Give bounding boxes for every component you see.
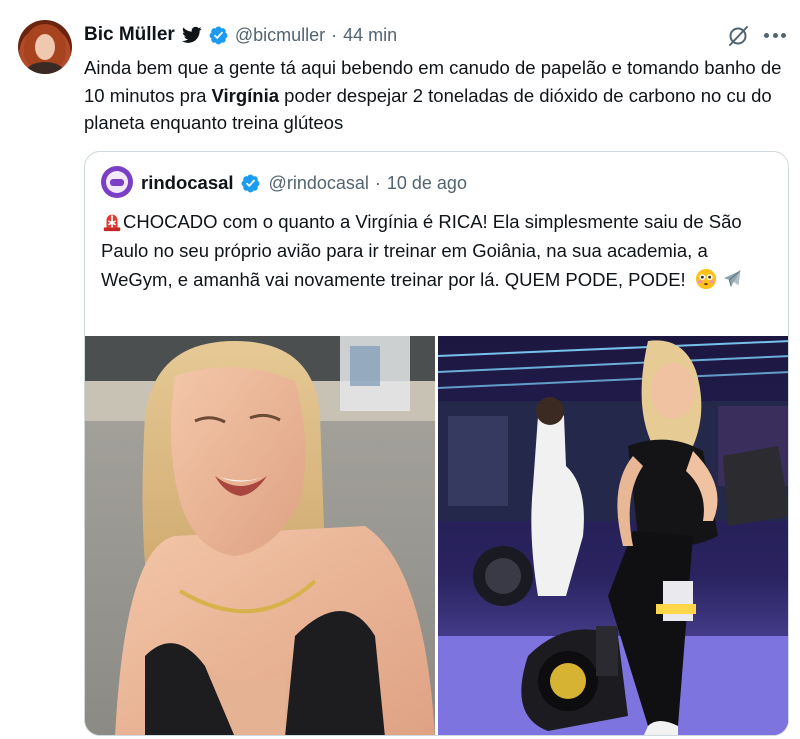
tweet-time[interactable]: 44 min: [343, 25, 397, 46]
author-avatar[interactable]: [18, 20, 72, 74]
quote-author-handle[interactable]: @rindocasal: [269, 173, 369, 194]
quoted-tweet[interactable]: rindocasal @rindocasal · 10 de ago CHOCA…: [84, 151, 789, 736]
quote-text-body: CHOCADO com o quanto a Virgínia é RICA! …: [101, 211, 742, 290]
quote-date[interactable]: 10 de ago: [387, 173, 467, 194]
more-icon[interactable]: [764, 33, 786, 39]
grok-icon[interactable]: [726, 24, 750, 48]
quote-author-avatar[interactable]: [101, 166, 133, 198]
quote-text: CHOCADO com o quanto a Virgínia é RICA! …: [101, 207, 781, 294]
quote-author-name[interactable]: rindocasal: [141, 172, 234, 194]
bird-icon: [181, 26, 202, 43]
tweet-text: Ainda bem que a gente tá aqui bebendo em…: [84, 54, 784, 137]
media-photo-left[interactable]: [85, 336, 435, 735]
tweet-text-bold: Virgínia: [211, 84, 280, 106]
quote-header: rindocasal @rindocasal · 10 de ago: [141, 170, 467, 196]
tweet-header: Bic Müller @bicmuller · 44 min: [84, 22, 397, 48]
rotating-light-icon: [103, 214, 121, 232]
media-grid: [85, 336, 788, 735]
separator-dot: ·: [331, 24, 338, 45]
author-handle[interactable]: @bicmuller: [235, 25, 325, 46]
media-photo-right[interactable]: [438, 336, 788, 735]
author-name[interactable]: Bic Müller: [84, 24, 175, 46]
airplane-icon: [723, 270, 741, 287]
tweet[interactable]: Bic Müller @bicmuller · 44 min Ainda bem…: [0, 0, 800, 739]
verified-badge-icon[interactable]: [240, 173, 261, 194]
verified-badge-icon[interactable]: [208, 25, 229, 46]
separator-dot: ·: [374, 172, 381, 193]
flushed-face-icon: [695, 268, 716, 290]
